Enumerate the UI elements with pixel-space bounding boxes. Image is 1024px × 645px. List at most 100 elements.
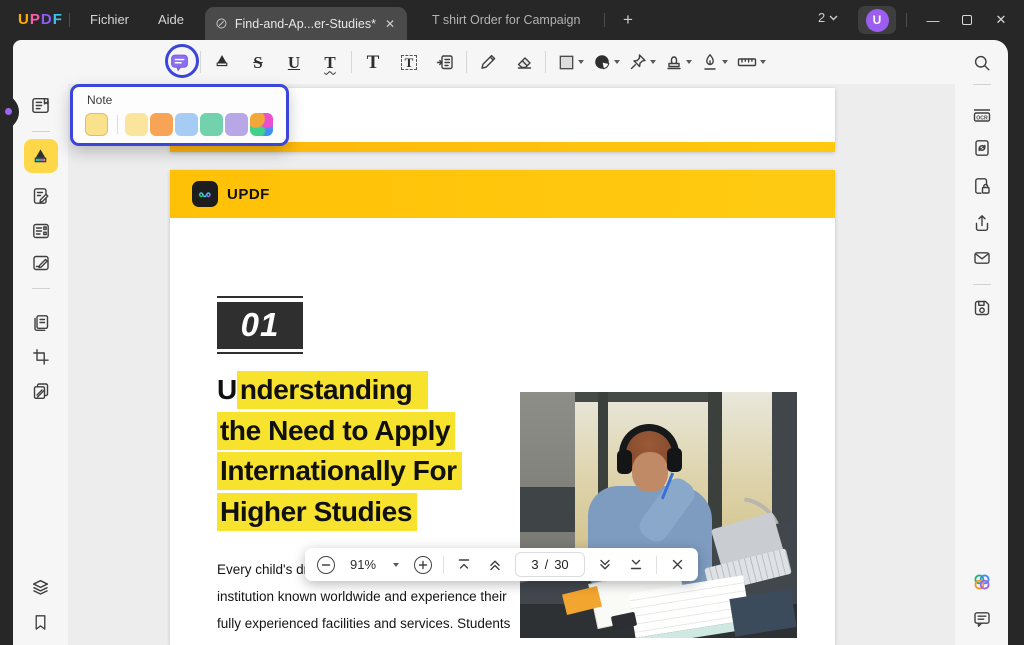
zoom-dropdown[interactable]	[389, 554, 403, 576]
left-sidebar	[13, 84, 68, 645]
sidebar-item-updf-ai[interactable]	[965, 565, 999, 599]
sidebar-item-attachment[interactable]	[24, 640, 58, 645]
shape-tool[interactable]	[557, 53, 584, 72]
account-button[interactable]: U	[858, 6, 896, 34]
chevron-double-down-icon	[600, 559, 610, 569]
typewriter-tool[interactable]	[431, 48, 459, 76]
tab-divider	[604, 13, 605, 27]
sidebar-item-edit[interactable]	[24, 179, 58, 213]
note-color-yellow[interactable]	[125, 113, 148, 136]
next-page-button[interactable]	[594, 554, 616, 576]
chevron-down-icon[interactable]	[578, 60, 584, 64]
page-number-box[interactable]: 3 / 30	[515, 552, 585, 577]
updf-ai-icon	[973, 574, 990, 590]
note-color-orange[interactable]	[150, 113, 173, 136]
titlebar-divider	[69, 13, 70, 27]
previous-page-button[interactable]	[484, 554, 506, 576]
title-bar: UPDF Fichier Aide Find-and-Ap...er-Studi…	[0, 0, 1024, 40]
page-controls-bar: 91% 3 / 30	[305, 548, 698, 581]
sticker-icon	[595, 55, 610, 70]
new-tab-button[interactable]: +	[616, 8, 640, 32]
close-button[interactable]: ✕	[984, 0, 1018, 40]
highlighter-icon	[216, 55, 228, 67]
sidebar-item-watermark[interactable]	[24, 374, 58, 408]
chevron-down-icon[interactable]	[760, 60, 766, 64]
last-page-button[interactable]	[625, 554, 647, 576]
chevron-down-icon[interactable]	[650, 60, 656, 64]
sidebar-item-organize-pages[interactable]	[24, 306, 58, 340]
right-sidebar: OCR	[955, 40, 1008, 645]
toolbar-divider	[545, 51, 546, 73]
sidebar-item-sign[interactable]	[24, 246, 58, 280]
pin-tool[interactable]	[628, 52, 656, 72]
tab-close-icon[interactable]: ✕	[383, 17, 397, 31]
tab-count-dropdown[interactable]: 2	[818, 10, 838, 25]
sidebar-item-save[interactable]	[965, 291, 999, 325]
pencil-tool[interactable]	[474, 48, 502, 76]
note-comment-tool[interactable]	[165, 48, 193, 76]
underline-icon: U	[287, 52, 301, 72]
stamp-tool[interactable]	[664, 52, 692, 72]
sidebar-divider	[972, 284, 991, 285]
menu-file[interactable]: Fichier	[80, 0, 139, 40]
sticker-tool[interactable]	[592, 52, 620, 72]
squiggly-underline-tool[interactable]: T	[316, 48, 344, 76]
zoom-out-button[interactable]	[315, 554, 337, 576]
maximize-button[interactable]	[950, 0, 984, 40]
sidebar-item-convert[interactable]	[965, 131, 999, 165]
search-icon	[974, 55, 989, 71]
first-page-button[interactable]	[453, 554, 475, 576]
add-text-icon: T	[366, 51, 380, 73]
heading-text: U	[217, 374, 237, 405]
minimize-button[interactable]: —	[916, 0, 950, 40]
chevron-down-icon[interactable]	[722, 60, 728, 64]
pin-icon	[630, 54, 646, 70]
note-color-green[interactable]	[200, 113, 223, 136]
sidebar-item-protect[interactable]	[965, 169, 999, 203]
chevron-down-icon[interactable]	[686, 60, 692, 64]
sidebar-item-layers[interactable]	[24, 570, 58, 604]
strikethrough-tool[interactable]: S	[244, 48, 272, 76]
sidebar-item-annotate[interactable]	[23, 139, 58, 173]
note-color-purple[interactable]	[225, 113, 248, 136]
tab-document-active[interactable]: Find-and-Ap...er-Studies* ✕	[205, 7, 407, 40]
annotate-marker-icon	[34, 148, 47, 162]
chevron-double-up-icon	[490, 560, 500, 570]
text-box-tool[interactable]: T	[395, 48, 423, 76]
swatch-divider	[117, 115, 118, 134]
tab-document-inactive[interactable]: T shirt Order for Campaign	[418, 0, 594, 40]
add-text-tool[interactable]: T	[359, 48, 387, 76]
mail-icon	[973, 252, 990, 264]
convert-page-icon	[974, 140, 989, 156]
highlighter-tool[interactable]	[208, 48, 236, 76]
note-color-selected[interactable]	[85, 113, 108, 136]
sign-page-icon	[32, 255, 49, 271]
lock-page-icon	[974, 178, 990, 194]
note-color-blue[interactable]	[175, 113, 198, 136]
handle-dot	[5, 108, 12, 115]
first-page-icon	[458, 559, 470, 569]
sidebar-item-feedback[interactable]	[965, 602, 999, 636]
sidebar-item-forms[interactable]	[24, 214, 58, 248]
signature-tool[interactable]	[700, 52, 728, 72]
sidebar-item-mail[interactable]	[965, 241, 999, 275]
zoom-in-button[interactable]	[412, 554, 434, 576]
sidebar-item-share[interactable]	[965, 206, 999, 240]
eraser-tool[interactable]	[510, 48, 538, 76]
forms-page-icon	[32, 223, 49, 239]
body-line: institution known worldwide and experien…	[217, 589, 507, 604]
close-pagebar-button[interactable]	[666, 554, 688, 576]
underline-tool[interactable]: U	[280, 48, 308, 76]
sidebar-item-bookmark[interactable]	[24, 605, 58, 639]
measure-tool[interactable]	[736, 52, 766, 72]
sidebar-item-reader[interactable]	[24, 88, 58, 122]
note-color-custom-picker[interactable]	[250, 113, 273, 136]
sidebar-item-ocr[interactable]: OCR	[965, 98, 999, 132]
sidebar-item-crop[interactable]	[24, 340, 58, 374]
chapter-number-block: 01	[217, 296, 303, 354]
sidebar-item-search[interactable]	[965, 46, 999, 80]
sidebar-divider	[31, 131, 50, 132]
highlighted-text: the Need to Apply	[217, 411, 456, 450]
chevron-down-icon[interactable]	[614, 60, 620, 64]
menu-help[interactable]: Aide	[148, 0, 194, 40]
